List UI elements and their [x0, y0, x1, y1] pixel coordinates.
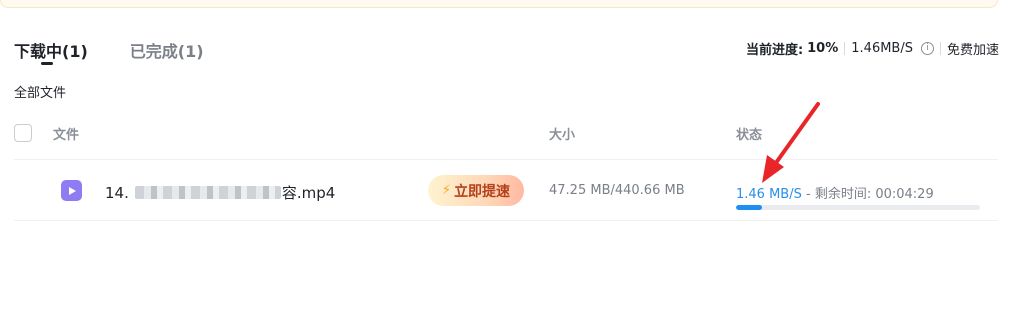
tab-completed-label: 已完成(1): [129, 42, 204, 61]
file-name-suffix: 容.mp4: [281, 184, 336, 202]
column-header-name: 文件: [53, 128, 80, 143]
download-speed: 1.46 MB/S: [736, 187, 802, 202]
active-tab-indicator: [41, 62, 53, 65]
progress-percent: 10%: [807, 41, 839, 56]
info-icon[interactable]: i: [920, 42, 934, 55]
remaining-time: - 剩余时间: 00:04:29: [801, 187, 934, 202]
file-size: 47.25 MB/440.66 MB: [549, 183, 685, 198]
lightning-icon: ⚡: [441, 183, 452, 198]
divider: [939, 42, 941, 55]
column-header-size: 大小: [549, 128, 576, 143]
tab-completed[interactable]: 已完成(1): [130, 38, 204, 62]
file-name: 14. 容.mp4: [105, 182, 335, 203]
overall-speed: 1.46MB/S: [851, 41, 913, 56]
download-progress-bar: [736, 205, 980, 210]
progress-label: 当前进度:: [745, 43, 804, 58]
video-file-icon: [61, 180, 82, 201]
progress-summary: 当前进度: 10% 1.46MB/S i 免费加速: [746, 39, 999, 58]
tab-downloading[interactable]: 下载中(1): [14, 38, 88, 65]
select-all-checkbox[interactable]: [14, 124, 32, 142]
free-boost-link[interactable]: 免费加速: [947, 39, 999, 58]
section-title: 全部文件: [14, 86, 67, 101]
table-header: 文件 大小 状态: [14, 122, 998, 160]
instant-boost-button[interactable]: ⚡ 立即提速: [428, 175, 524, 206]
instant-boost-label: 立即提速: [454, 183, 511, 200]
top-notice-banner: [0, 0, 998, 8]
tab-downloading-label: 下载中(1): [14, 42, 88, 61]
divider: [844, 42, 846, 55]
redacted-text: [134, 186, 281, 199]
download-tabs: 下载中(1) 已完成(1): [14, 38, 204, 65]
download-status: 1.46 MB/S - 剩余时间: 00:04:29: [736, 183, 934, 202]
annotation-arrow-icon: [762, 102, 820, 183]
file-name-prefix: 14.: [105, 183, 129, 202]
download-progress-fill: [736, 205, 763, 210]
table-row[interactable]: 14. 容.mp4 ⚡ 立即提速 47.25 MB/440.66 MB 1.46…: [14, 161, 998, 221]
